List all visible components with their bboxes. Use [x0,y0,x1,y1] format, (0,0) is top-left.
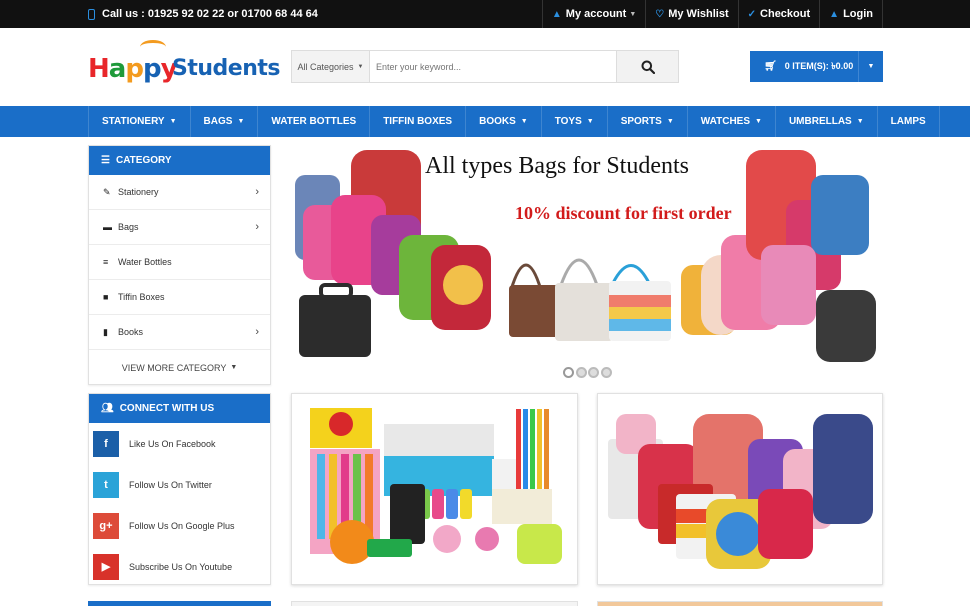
nav-item-water-bottles[interactable]: WATER BOTTLES [258,106,371,137]
nav-item-sports[interactable]: SPORTS ▼ [608,106,688,137]
social-link-twitter[interactable]: t Follow Us On Twitter [89,464,270,505]
connect-panel: 👥︎ CONNECT WITH US f Like Us On Facebook t… [88,393,271,585]
nav-item-lamps[interactable]: LAMPS [878,106,940,137]
category-item-books[interactable]: ▮ Books › [89,315,270,350]
category-item-bags[interactable]: ▬ Bags › [89,210,270,245]
chevron-down-icon: ▼ [586,118,594,125]
next-card-left-edge [291,601,578,606]
social-list: f Like Us On Facebook t Follow Us On Twitte… [89,423,270,587]
category-list: ✎ Stationery › ▬ Bags › ≡ Water Bottles ■ Tiffin … [89,175,270,350]
search-button[interactable] [616,51,678,82]
nav-item-tiffin-boxes[interactable]: TIFFIN BOXES [370,106,467,137]
google-plus-icon: g+ [93,512,119,539]
search-category-select[interactable]: All Categories ▼ [292,51,370,82]
facebook-icon: f [93,430,119,457]
search-icon [641,60,655,74]
chevron-down-icon: ▼ [169,118,177,125]
slider-dot-3[interactable] [588,367,599,378]
nav-item-stationery[interactable]: STATIONERY ▼ [89,106,191,137]
my-wishlist-link[interactable]: ♡ My Wishlist [645,0,737,28]
chevron-down-icon: ▼ [237,118,245,125]
chevron-right-icon: › [255,326,259,338]
chevron-down-icon: ▼ [856,118,864,125]
caret-down-icon: ▼ [357,63,364,70]
banner-discount: 10% discount for first order [515,203,732,223]
user-icon: ▲ [551,8,562,20]
mobile-phone-icon [88,8,95,20]
category-heading: ☰ CATEGORY [89,146,270,175]
banner-title: All types Bags for Students [425,153,689,179]
category-item-water-bottles[interactable]: ≡ Water Bottles [89,245,270,280]
contact-phone: Call us : 01925 92 02 22 or 01700 68 44 … [88,0,318,28]
account-links: ▲ My account ▼ ♡ My Wishlist ✓ Checkout … [541,0,883,28]
social-link-youtube[interactable]: ▶ Subscribe Us On Youtube [89,546,270,587]
view-more-category-link[interactable]: VIEW MORE CATEGORY ▼ [89,350,270,385]
nav-item-umbrellas[interactable]: UMBRELLAS ▼ [776,106,878,137]
my-account-link[interactable]: ▲ My account ▼ [541,0,645,28]
bags-image [608,414,873,569]
category-item-tiffin-boxes[interactable]: ■ Tiffin Boxes [89,280,270,315]
chevron-right-icon: › [255,221,259,233]
bags-promo-card[interactable] [597,393,883,585]
archive-icon: ■ [103,292,109,302]
users-icon: 👥︎ [101,403,114,414]
youtube-icon: ▶ [93,553,119,580]
slider-dot-4[interactable] [600,367,612,378]
category-panel: ☰ CATEGORY ✎ Stationery › ▬ Bags › ≡ Water Bott… [88,145,271,385]
sidebar-next-panel-header [88,601,271,606]
nav-item-toys[interactable]: TOYS ▼ [542,106,608,137]
chevron-down-icon: ▼ [520,118,528,125]
logo-word-students: Students [172,56,280,81]
heart-icon: ♡ [655,8,665,20]
check-icon: ✓ [747,8,757,20]
slider-dots [563,367,613,378]
twitter-icon: t [93,471,119,498]
nav-item-watches[interactable]: WATCHES ▼ [688,106,776,137]
lock-icon: ▲ [829,8,840,20]
top-bar: Call us : 01925 92 02 22 or 01700 68 44 … [0,0,970,28]
sun-icon [140,40,166,54]
nav-item-books[interactable]: BOOKS ▼ [466,106,542,137]
book-icon: ▮ [103,326,108,337]
chevron-down-icon: ▼ [867,63,875,70]
category-item-stationery[interactable]: ✎ Stationery › [89,175,270,210]
search-input[interactable] [370,51,616,82]
slider-dot-2[interactable] [575,367,587,378]
list-icon: ☰ [101,155,110,166]
social-link-google-plus[interactable]: g+ Follow Us On Google Plus [89,505,270,546]
chevron-down-icon: ▼ [230,364,238,371]
connect-heading: 👥︎ CONNECT WITH US [89,394,270,423]
cart-button[interactable]: 🛒︎ 0 ITEM(S): ৳0.00 ▼ [750,51,883,82]
database-icon: ≡ [103,257,109,267]
chevron-right-icon: › [255,186,259,198]
next-card-right-edge [597,601,883,606]
slider-dot-1[interactable] [563,367,574,378]
logo-word-happy: Happy [88,54,178,84]
chevron-down-icon: ▼ [755,118,762,125]
hero-banner[interactable]: All types Bags for Students 10% discount… [291,145,883,363]
stationery-promo-card[interactable] [291,393,578,585]
nav-list: STATIONERY ▼ BAGS ▼ WATER BOTTLES TIFFIN BOXE… [88,106,940,137]
login-link[interactable]: ▲ Login [819,0,883,28]
search-bar: All Categories ▼ [291,50,679,83]
cart-dropdown-toggle[interactable]: ▼ [858,51,883,82]
checkout-link[interactable]: ✓ Checkout [737,0,820,28]
briefcase-icon: ▬ [103,222,112,232]
shopping-cart-icon: 🛒︎ [764,61,777,72]
main-nav: STATIONERY ▼ BAGS ▼ WATER BOTTLES TIFFIN BOXE… [0,106,970,137]
site-logo[interactable]: Happy Students [88,40,280,92]
pencil-icon: ✎ [103,186,111,197]
nav-item-bags[interactable]: BAGS ▼ [191,106,259,137]
social-link-facebook[interactable]: f Like Us On Facebook [89,423,270,464]
chevron-down-icon: ▼ [629,10,637,18]
chevron-down-icon: ▼ [666,118,674,125]
stationery-image [310,408,562,564]
